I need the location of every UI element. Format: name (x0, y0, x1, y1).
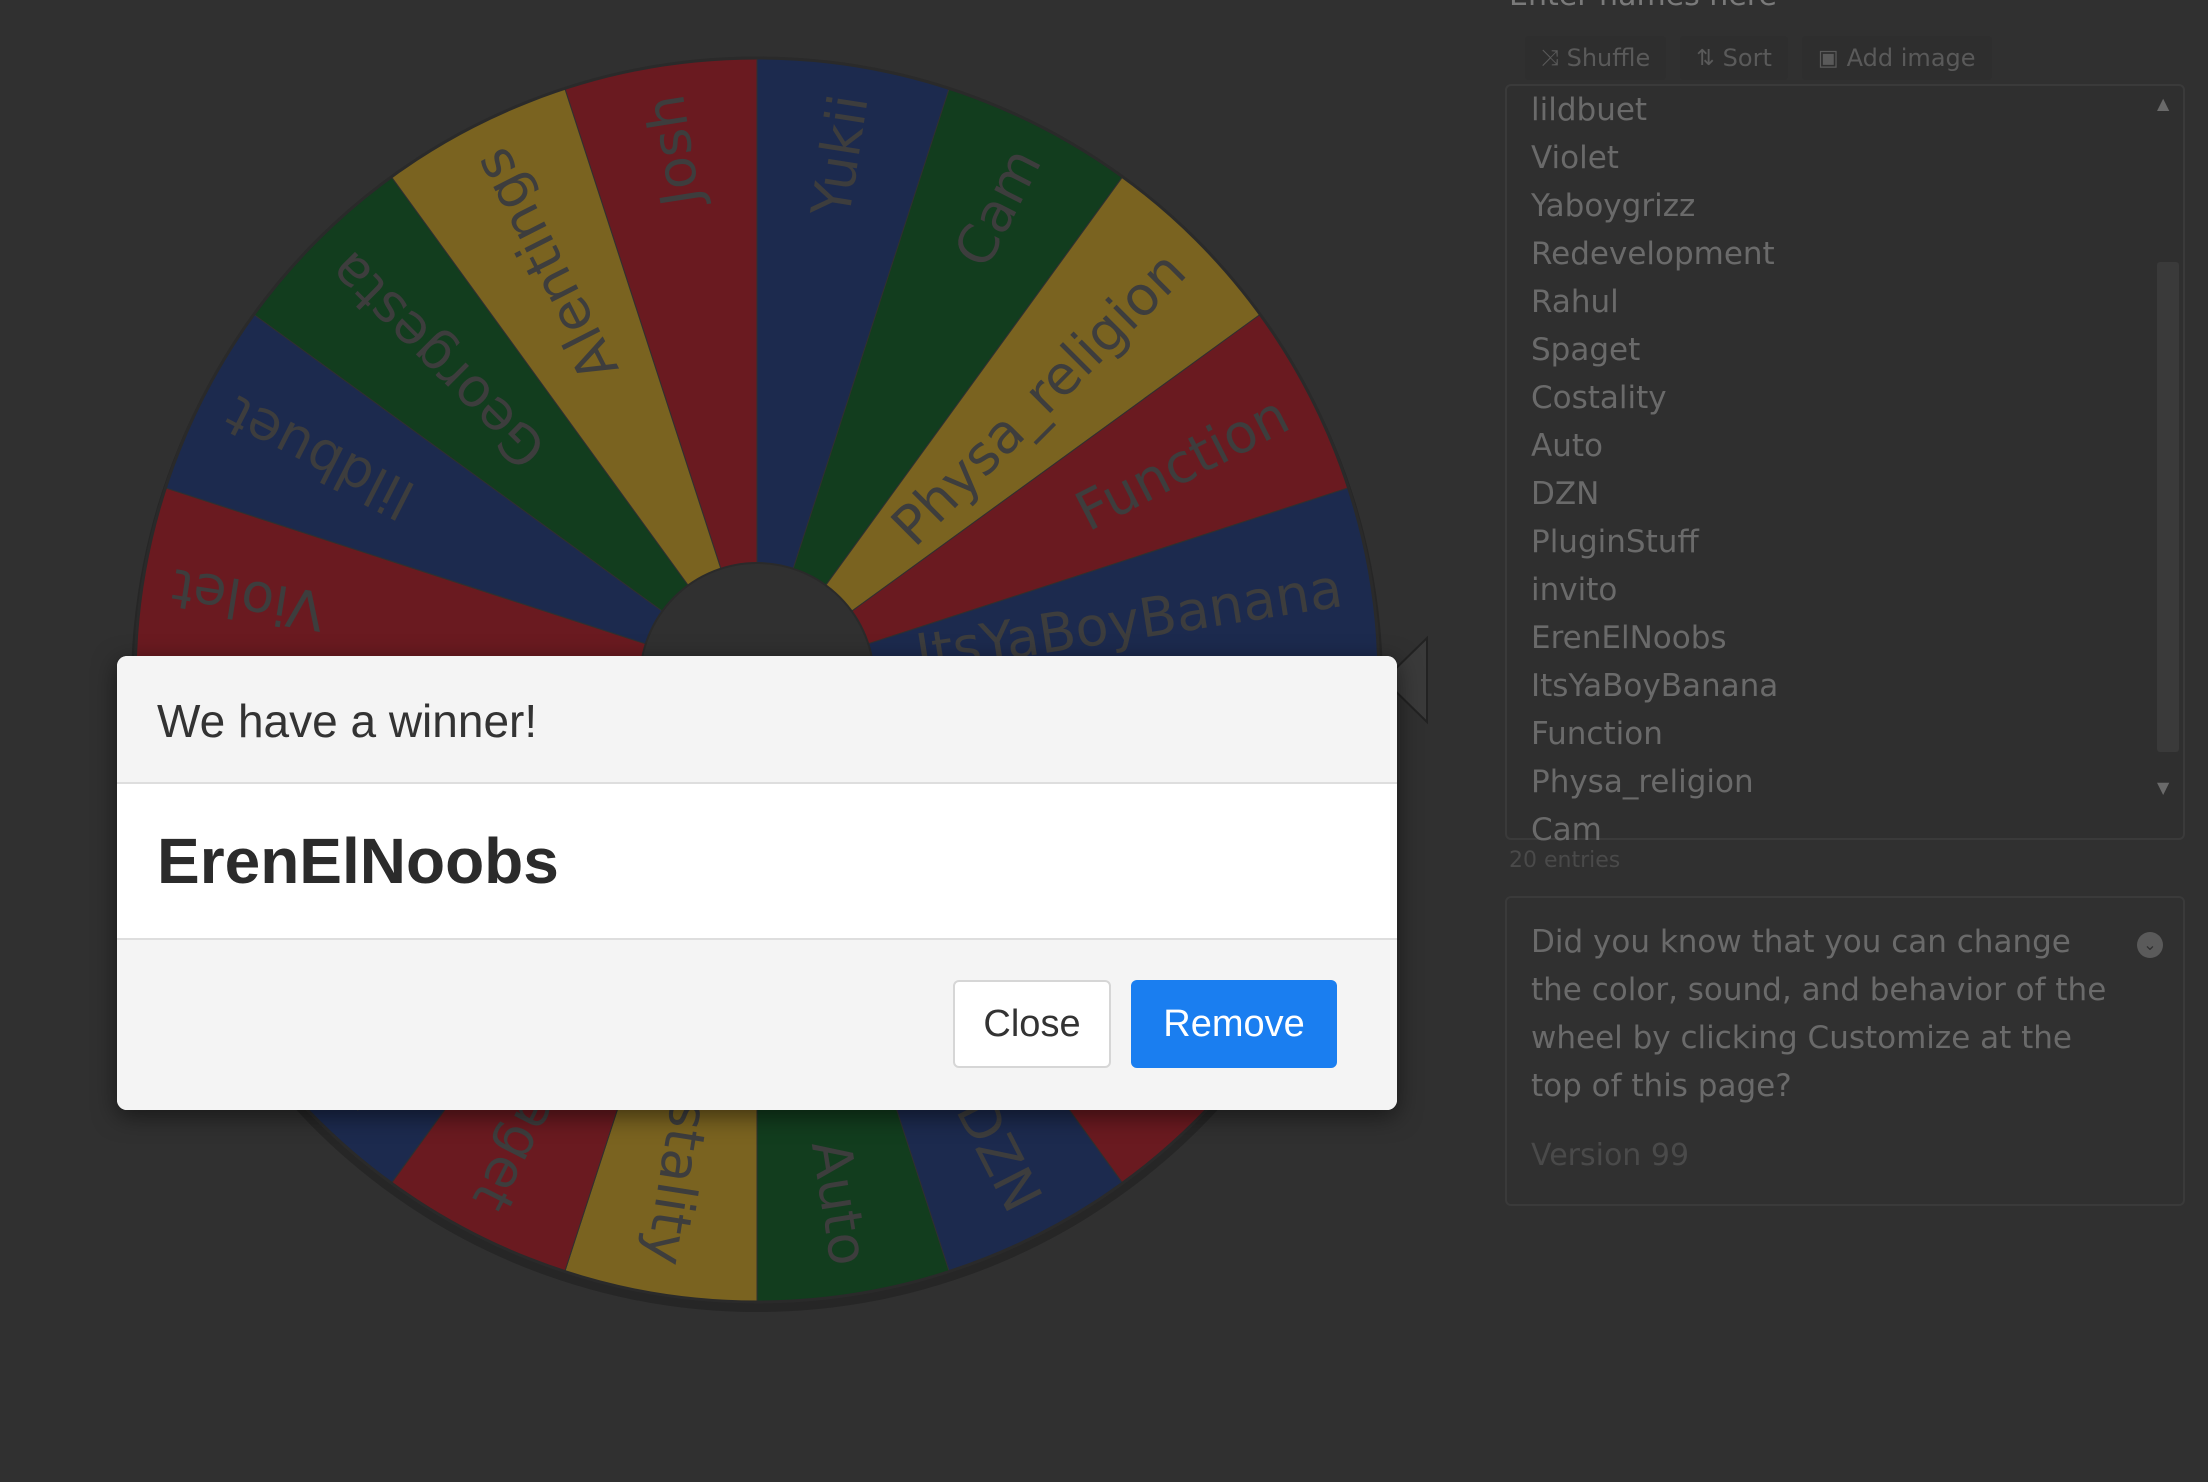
remove-button[interactable]: Remove (1131, 980, 1337, 1068)
winner-name: ErenElNoobs (157, 825, 559, 897)
winner-dialog: We have a winner! ErenElNoobs Close Remo… (117, 656, 1397, 1110)
close-button[interactable]: Close (953, 980, 1111, 1068)
dialog-header: We have a winner! (117, 656, 1397, 784)
dialog-footer: Close Remove (117, 940, 1397, 1110)
dialog-body: ErenElNoobs (117, 784, 1397, 940)
dialog-title: We have a winner! (157, 695, 538, 747)
